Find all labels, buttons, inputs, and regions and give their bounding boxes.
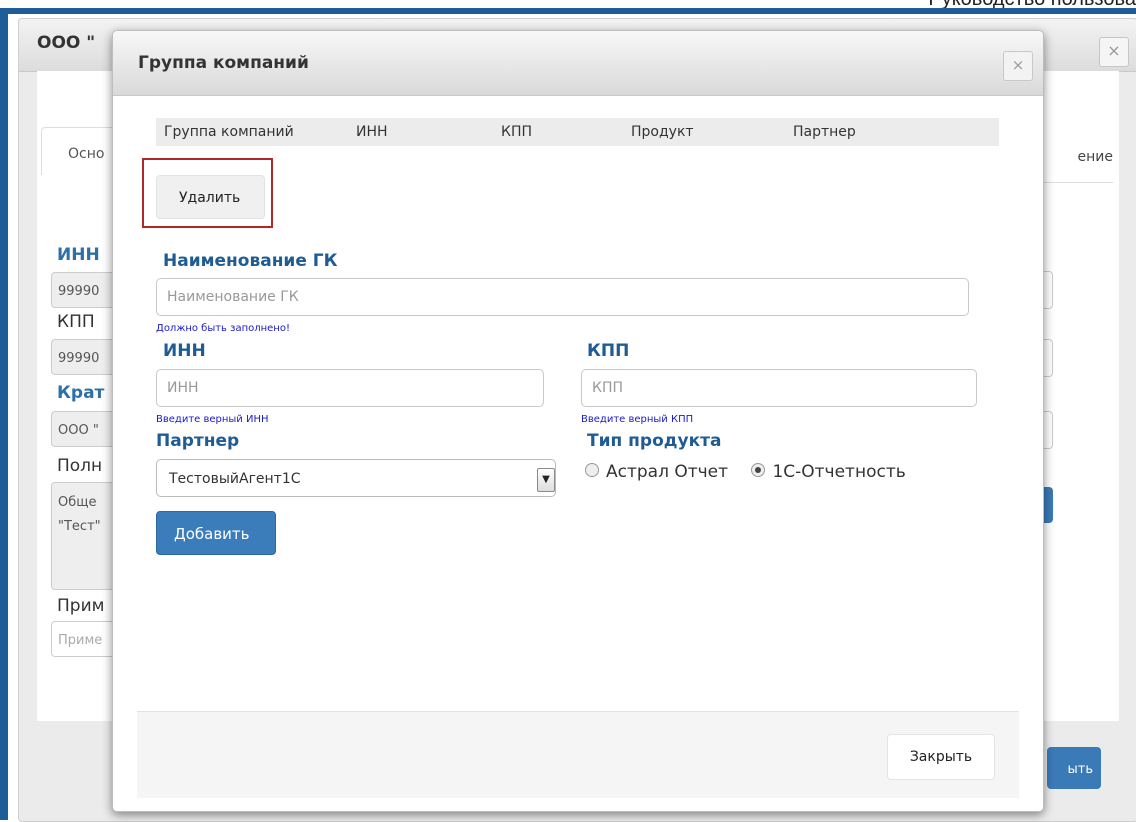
inn-label: ИНН xyxy=(163,341,206,361)
group-name-input[interactable]: Наименование ГК xyxy=(156,278,969,316)
close-button[interactable]: Закрыть xyxy=(887,734,995,780)
grid-col-partner[interactable]: Партнер xyxy=(793,124,856,140)
radio-unchecked-icon[interactable] xyxy=(585,463,599,477)
modal-title: Группа компаний xyxy=(138,53,309,73)
grid-header: Группа компаний ИНН КПП Продукт Партнер xyxy=(156,118,999,146)
close-icon[interactable]: × xyxy=(1003,51,1033,81)
background-inn-label: ИНН xyxy=(57,245,100,265)
modal-footer: Закрыть xyxy=(137,711,1019,798)
grid-col-group[interactable]: Группа компаний xyxy=(164,124,294,140)
background-modal-title: ООО " xyxy=(37,33,96,53)
background-footer-button[interactable]: ыть xyxy=(1047,747,1101,789)
grid-col-kpp[interactable]: КПП xyxy=(501,124,532,140)
product-option-astral[interactable]: Астрал Отчет xyxy=(585,462,728,482)
kpp-label: КПП xyxy=(587,341,630,361)
product-type-label: Тип продукта xyxy=(587,431,722,451)
chevron-down-icon[interactable]: ▼ xyxy=(537,468,555,492)
partner-label: Партнер xyxy=(156,431,240,451)
product-option-astral-label: Астрал Отчет xyxy=(606,462,729,482)
radio-checked-icon[interactable] xyxy=(751,463,766,477)
background-close-icon[interactable]: × xyxy=(1099,37,1129,67)
partner-select[interactable]: ТестовыйАгент1С xyxy=(156,459,556,497)
add-button[interactable]: Добавить xyxy=(156,511,276,555)
background-short-name-label: Крат xyxy=(57,383,105,403)
product-type-radio-group: Астрал Отчет 1С-Отчетность xyxy=(585,462,924,482)
background-note-label: Прим xyxy=(57,596,105,616)
group-name-hint: Должно быть заполнено! xyxy=(156,323,290,334)
product-option-1c-label: 1С-Отчетность xyxy=(772,462,906,482)
group-name-label: Наименование ГК xyxy=(163,251,338,271)
inn-input[interactable]: ИНН xyxy=(156,369,544,407)
background-kpp-label: КПП xyxy=(57,312,95,332)
kpp-hint: Введите верный КПП xyxy=(581,414,694,425)
product-option-1c[interactable]: 1С-Отчетность xyxy=(751,462,906,482)
grid-col-product[interactable]: Продукт xyxy=(631,124,694,140)
grid-col-inn[interactable]: ИНН xyxy=(356,124,388,140)
company-group-modal: Группа компаний × Группа компаний ИНН КП… xyxy=(112,30,1044,812)
inn-hint: Введите верный ИНН xyxy=(156,414,269,425)
background-tab-other[interactable]: ение xyxy=(1078,149,1113,165)
kpp-input[interactable]: КПП xyxy=(581,369,977,407)
delete-button[interactable]: Удалить xyxy=(156,175,265,219)
background-full-name-label: Полн xyxy=(57,456,103,476)
modal-header: Группа компаний × xyxy=(113,31,1043,96)
document-frame-left xyxy=(0,8,8,820)
